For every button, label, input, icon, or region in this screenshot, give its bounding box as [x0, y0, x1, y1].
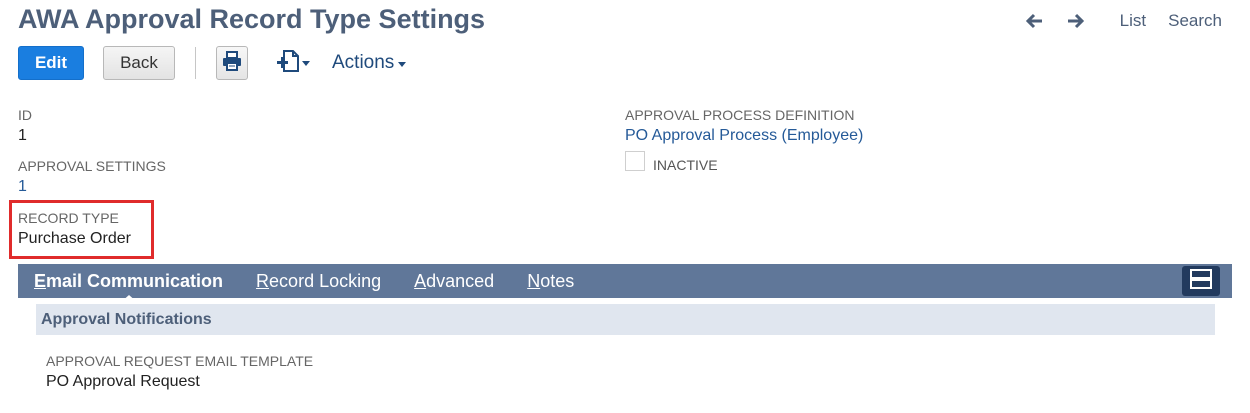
chevron-down-icon — [398, 62, 407, 67]
back-button[interactable]: Back — [103, 46, 175, 80]
tab-advanced[interactable]: Advanced — [414, 271, 494, 292]
page-title: AWA Approval Record Type Settings — [18, 4, 486, 34]
printer-icon — [221, 50, 243, 77]
approval-settings-link[interactable]: 1 — [18, 177, 166, 197]
layout-toggle-button[interactable] — [1182, 266, 1220, 296]
search-link[interactable]: Search — [1168, 11, 1222, 31]
id-label: ID — [18, 107, 32, 123]
active-tab-pointer — [119, 294, 138, 303]
id-value: 1 — [18, 127, 27, 144]
tab-mnemonic: A — [414, 270, 427, 291]
approval-process-definition-field: APPROVAL PROCESS DEFINITION PO Approval … — [625, 107, 863, 146]
approval-process-definition-label: APPROVAL PROCESS DEFINITION — [625, 107, 855, 123]
list-link[interactable]: List — [1120, 11, 1146, 31]
chevron-down-icon — [302, 60, 310, 66]
tab-mnemonic: N — [527, 270, 541, 291]
actions-menu[interactable]: Actions — [332, 52, 407, 74]
tab-label: dvanced — [426, 270, 495, 291]
record-type-highlight — [9, 200, 154, 259]
approval-request-email-template-value: PO Approval Request — [46, 373, 200, 390]
tab-label: otes — [540, 270, 575, 291]
approval-request-email-template-field: APPROVAL REQUEST EMAIL TEMPLATE PO Appro… — [46, 353, 313, 392]
tab-label: mail Communication — [46, 270, 224, 291]
tab-label: ecord Locking — [269, 270, 382, 291]
new-record-menu[interactable] — [276, 48, 310, 79]
tab-notes[interactable]: Notes — [527, 271, 574, 292]
inactive-checkbox[interactable] — [625, 151, 645, 171]
approval-notifications-header: Approval Notifications — [36, 304, 1215, 335]
tab-mnemonic: E — [34, 270, 47, 291]
actions-label: Actions — [332, 52, 395, 73]
tab-mnemonic: R — [256, 270, 270, 291]
inactive-label: INACTIVE — [653, 157, 718, 173]
approval-settings-label: APPROVAL SETTINGS — [18, 158, 166, 174]
arrow-left-icon[interactable] — [1024, 11, 1044, 31]
tab-record-locking[interactable]: Record Locking — [256, 271, 381, 292]
approval-process-definition-link[interactable]: PO Approval Process (Employee) — [625, 126, 863, 146]
toolbar: Edit Back Actions — [18, 45, 407, 81]
new-document-icon — [276, 48, 302, 79]
stacked-layout-icon — [1190, 268, 1212, 294]
subtab-bar: Email Communication Record Locking Advan… — [18, 264, 1232, 303]
approval-settings-field: APPROVAL SETTINGS 1 — [18, 158, 166, 197]
record-navigation: List Search — [1024, 11, 1222, 31]
edit-button[interactable]: Edit — [18, 46, 84, 80]
approval-request-email-template-label: APPROVAL REQUEST EMAIL TEMPLATE — [46, 353, 314, 369]
toolbar-divider — [195, 47, 196, 79]
id-field: ID 1 — [18, 107, 32, 146]
tab-email-communication[interactable]: Email Communication — [34, 270, 224, 303]
arrow-right-icon[interactable] — [1066, 11, 1086, 31]
print-button[interactable] — [216, 46, 248, 80]
